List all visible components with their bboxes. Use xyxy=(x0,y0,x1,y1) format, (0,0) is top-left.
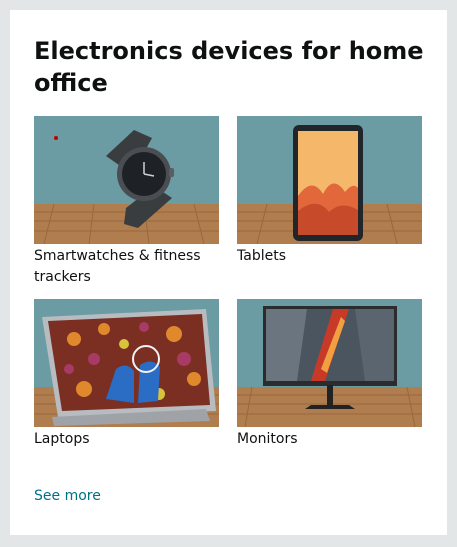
tile-label[interactable]: Tablets xyxy=(237,246,422,267)
see-more-link[interactable]: See more xyxy=(34,488,101,504)
tile-label[interactable]: Laptops xyxy=(34,429,219,450)
tile-smartwatches[interactable]: Smartwatches & fitness trackers xyxy=(34,116,219,288)
product-card: Electronics devices for home office Smar… xyxy=(10,10,447,535)
monitor-image[interactable] xyxy=(237,299,422,427)
tile-label[interactable]: Monitors xyxy=(237,429,422,450)
smartwatch-image[interactable] xyxy=(34,116,219,244)
tile-monitors[interactable]: Monitors xyxy=(237,299,422,450)
laptop-image[interactable] xyxy=(34,299,219,427)
tablet-image[interactable] xyxy=(237,116,422,244)
card-title: Electronics devices for home office xyxy=(34,37,424,97)
tile-label[interactable]: Smartwatches & fitness trackers xyxy=(34,246,219,288)
tile-tablets[interactable]: Tablets xyxy=(237,116,422,267)
tile-laptops[interactable]: Laptops xyxy=(34,299,219,450)
